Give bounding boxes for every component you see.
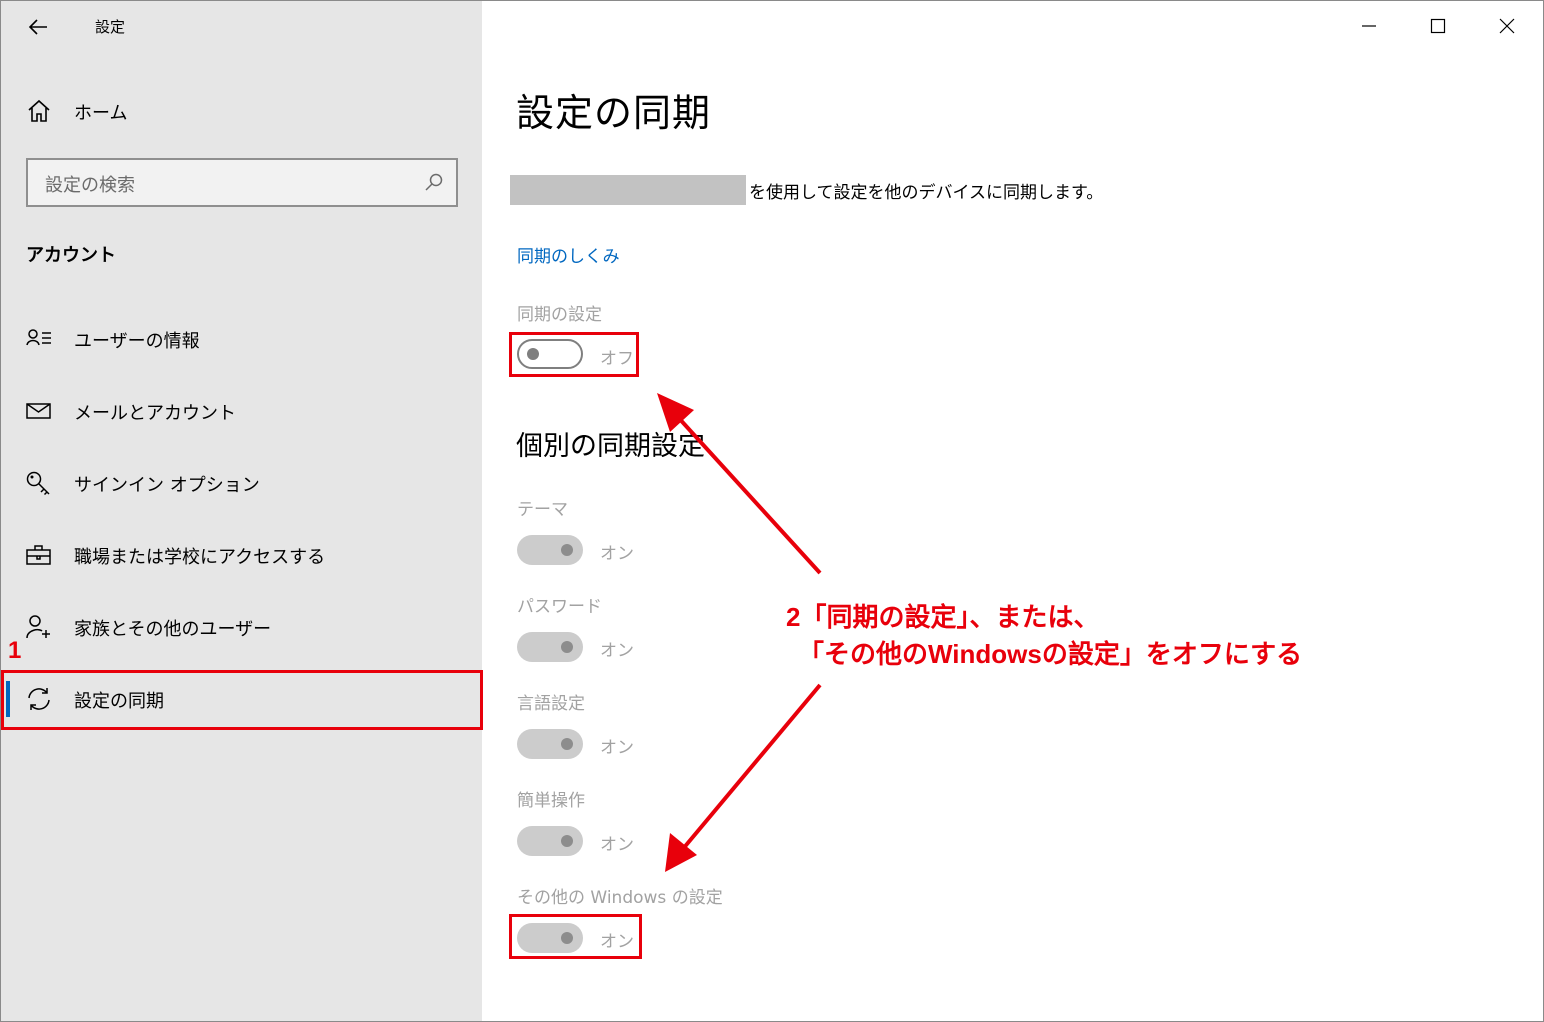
- annotation-step-2-line1: 2「同期の設定」、または、: [786, 602, 1100, 632]
- sidebar-item-mail[interactable]: メールとアカウント: [1, 383, 482, 439]
- sidebar-item-user-info[interactable]: ユーザーの情報: [1, 311, 482, 367]
- accessibility-state: オン: [600, 835, 634, 855]
- sidebar-item-home[interactable]: ホーム: [1, 89, 482, 133]
- other-windows-settings-label: その他の Windows の設定: [517, 888, 723, 908]
- theme-toggle[interactable]: [517, 535, 583, 565]
- briefcase-icon: [26, 545, 51, 565]
- sidebar-item-work-school[interactable]: 職場または学校にアクセスする: [1, 527, 482, 583]
- user-info-icon: [26, 329, 51, 346]
- back-arrow-icon: [28, 19, 47, 35]
- close-button[interactable]: [1484, 8, 1530, 44]
- sync-icon: [28, 688, 50, 710]
- sidebar-item-label: メールとアカウント: [74, 403, 236, 424]
- maximize-icon: [1430, 18, 1446, 34]
- sidebar-item-sync[interactable]: 設定の同期: [1, 671, 482, 727]
- app-title: 設定: [95, 18, 126, 36]
- sync-settings-state: オフ: [600, 349, 634, 369]
- annotation-step-1: 1: [8, 637, 22, 664]
- toggle-knob: [561, 932, 573, 944]
- search-input[interactable]: 設定の検索: [26, 158, 458, 207]
- accessibility-toggle[interactable]: [517, 826, 583, 856]
- toggle-knob: [561, 738, 573, 750]
- close-icon: [1499, 18, 1515, 34]
- individual-sync-heading: 個別の同期設定: [516, 431, 705, 462]
- toggle-knob: [561, 835, 573, 847]
- annotation-step-2-line2: 「その他のWindowsの設定」をオフにする: [798, 639, 1303, 669]
- sidebar-item-signin[interactable]: サインイン オプション: [1, 455, 482, 511]
- mail-icon: [26, 403, 51, 419]
- password-toggle[interactable]: [517, 632, 583, 662]
- annotation-arrow-down: [680, 683, 822, 852]
- home-icon: [28, 99, 50, 122]
- selection-indicator: [6, 681, 10, 717]
- sync-settings-toggle[interactable]: [517, 339, 583, 369]
- search-placeholder: 設定の検索: [45, 175, 135, 196]
- key-icon: [26, 471, 50, 496]
- language-label: 言語設定: [517, 694, 585, 714]
- account-email-redacted: [510, 175, 746, 205]
- sidebar-item-label: 設定の同期: [74, 691, 164, 712]
- sidebar-item-label: ホーム: [74, 103, 128, 124]
- sidebar-item-family[interactable]: 家族とその他のユーザー: [1, 599, 482, 655]
- sidebar-item-label: 職場または学校にアクセスする: [74, 547, 326, 568]
- other-windows-settings-state: オン: [600, 932, 634, 952]
- accessibility-label: 簡単操作: [517, 791, 585, 811]
- minimize-button[interactable]: [1346, 8, 1392, 44]
- add-person-icon: [26, 615, 50, 639]
- toggle-knob: [561, 544, 573, 556]
- sidebar-item-label: 家族とその他のユーザー: [74, 619, 272, 640]
- annotation-arrowhead-down: [665, 833, 697, 872]
- theme-state: オン: [600, 544, 634, 564]
- minimize-icon: [1362, 25, 1376, 27]
- toggle-knob: [561, 641, 573, 653]
- language-state: オン: [600, 738, 634, 758]
- sync-description: を使用して設定を他のデバイスに同期します。: [749, 183, 1104, 203]
- sidebar-item-label: サインイン オプション: [74, 475, 260, 496]
- sidebar: 設定 ホーム 設定の検索 アカウント ユーザーの情報 メールとアカウント サイン…: [1, 1, 482, 1021]
- page-title: 設定の同期: [516, 91, 712, 135]
- password-label: パスワード: [517, 597, 602, 617]
- maximize-button[interactable]: [1415, 8, 1461, 44]
- back-button[interactable]: [21, 13, 55, 41]
- section-heading: アカウント: [26, 245, 116, 266]
- sync-settings-label: 同期の設定: [517, 305, 602, 325]
- how-sync-works-link[interactable]: 同期のしくみ: [517, 242, 620, 267]
- password-state: オン: [600, 641, 634, 661]
- language-toggle[interactable]: [517, 729, 583, 759]
- search-icon[interactable]: [424, 172, 444, 192]
- theme-label: テーマ: [517, 500, 568, 520]
- sidebar-item-label: ユーザーの情報: [74, 331, 200, 352]
- toggle-knob: [527, 348, 539, 360]
- other-windows-settings-toggle[interactable]: [517, 923, 583, 953]
